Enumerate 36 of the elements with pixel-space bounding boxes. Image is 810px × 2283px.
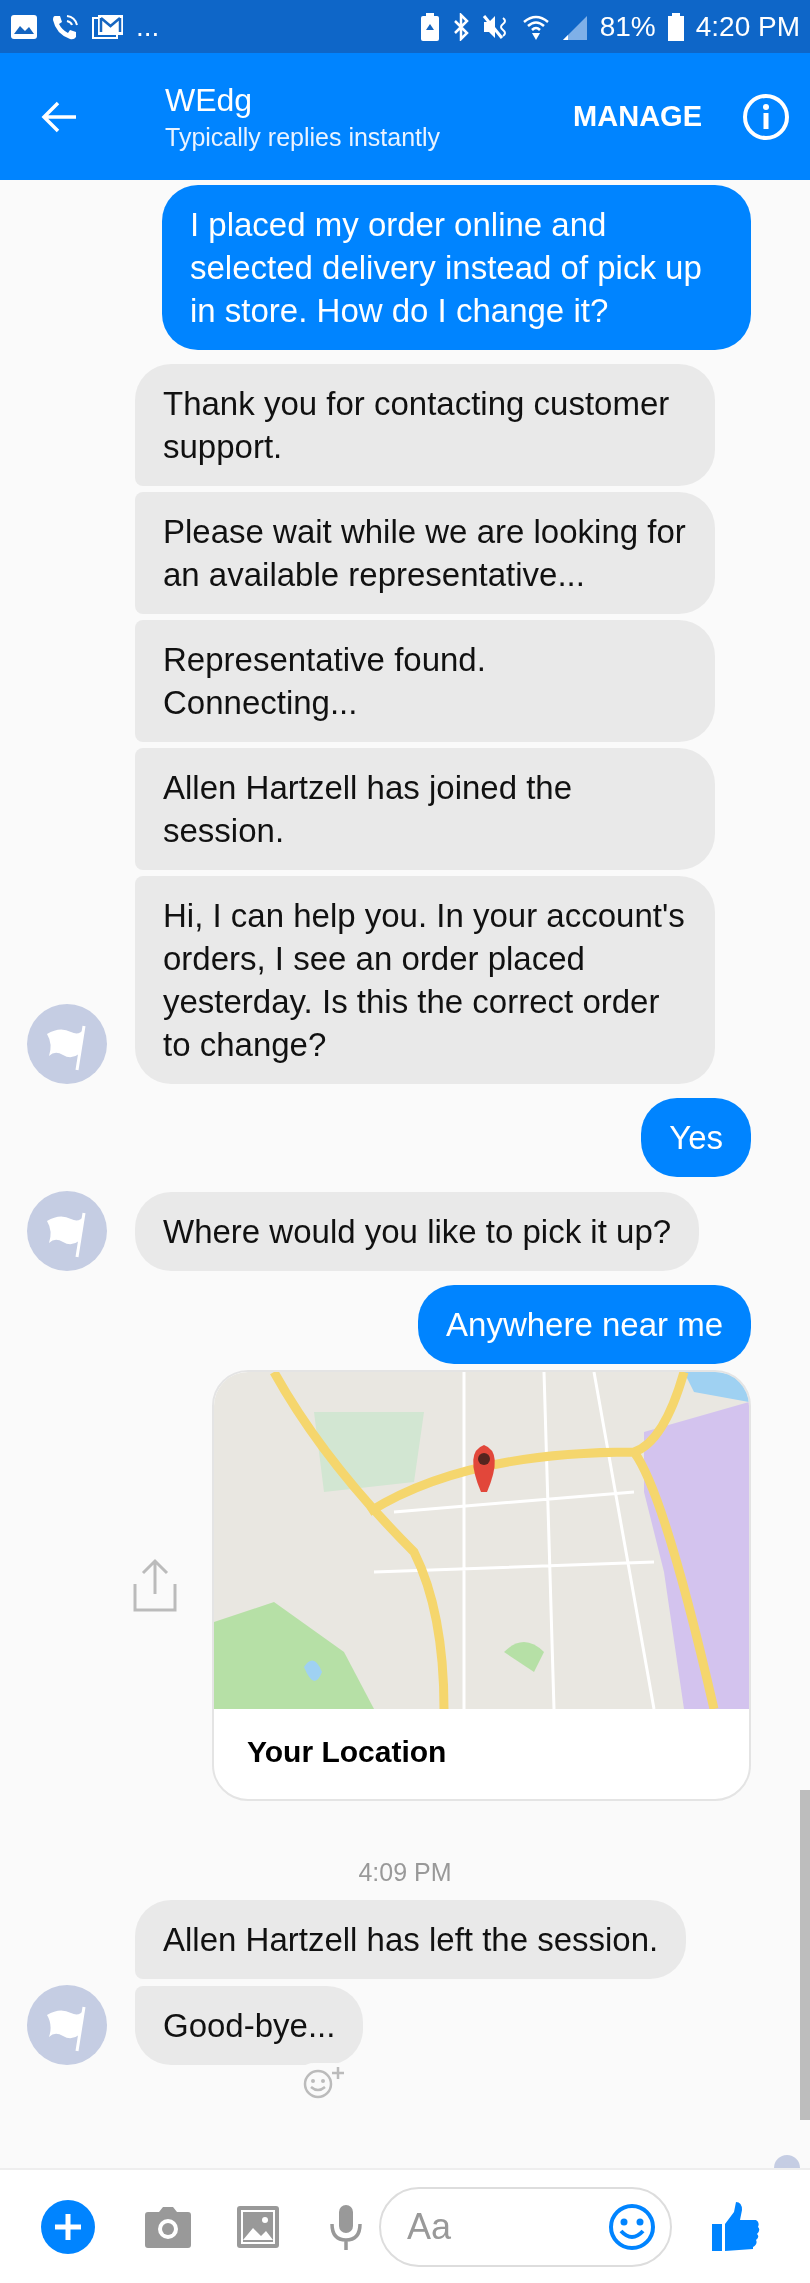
info-icon[interactable]	[742, 92, 790, 141]
battery-icon	[667, 12, 684, 41]
received-message: Allen Hartzell has left the session.	[135, 1900, 687, 1979]
location-title: Your Location	[246, 1734, 448, 1770]
more-notifications-text: ...	[136, 12, 160, 41]
received-message: Representative found. Connecting...	[135, 620, 715, 742]
location-card[interactable]: Your Location	[212, 1370, 751, 1801]
add-button[interactable]	[40, 2198, 96, 2255]
battery-saver-icon	[419, 12, 440, 41]
received-message: Hi, I can help you. In your account's orders, I see an order placed yesterday. Is this the correct order to change?	[135, 876, 715, 1084]
picture-notification-icon	[10, 13, 38, 40]
microphone-icon[interactable]	[329, 2203, 363, 2250]
image-icon[interactable]	[237, 2205, 279, 2248]
emoji-icon[interactable]	[608, 2202, 656, 2251]
received-message: Good-bye...	[135, 1986, 364, 2065]
clock-time: 4:20 PM	[695, 12, 800, 41]
phone-call-icon	[50, 12, 80, 41]
manage-button[interactable]: MANAGE	[573, 90, 702, 143]
message-input[interactable]: Aa	[379, 2186, 672, 2267]
sent-message: Yes	[641, 1098, 751, 1177]
sent-message: Anywhere near me	[418, 1285, 751, 1364]
scrollbar-thumb[interactable]	[800, 1790, 810, 2120]
thumbs-up-icon[interactable]	[712, 2201, 760, 2252]
contact-name: WEdg	[165, 81, 254, 119]
battery-percent: 81%	[599, 12, 656, 41]
received-message: Please wait while we are looking for an available representative...	[135, 492, 715, 614]
mail-icon	[92, 13, 124, 40]
timestamp: 4:09 PM	[358, 1857, 452, 1887]
sent-message: I placed my order online and selected delivery instead of pick up in store. How do I change it?	[162, 185, 751, 350]
reply-status: Typically replies instantly	[165, 122, 442, 152]
bluetooth-icon	[451, 12, 470, 41]
received-message: Thank you for contacting customer support.	[135, 364, 715, 486]
camera-icon[interactable]	[145, 2205, 191, 2248]
received-message: Where would you like to pick it up?	[135, 1192, 700, 1271]
share-icon[interactable]	[131, 1557, 179, 1614]
received-message: Allen Hartzell has joined the session.	[135, 748, 715, 870]
